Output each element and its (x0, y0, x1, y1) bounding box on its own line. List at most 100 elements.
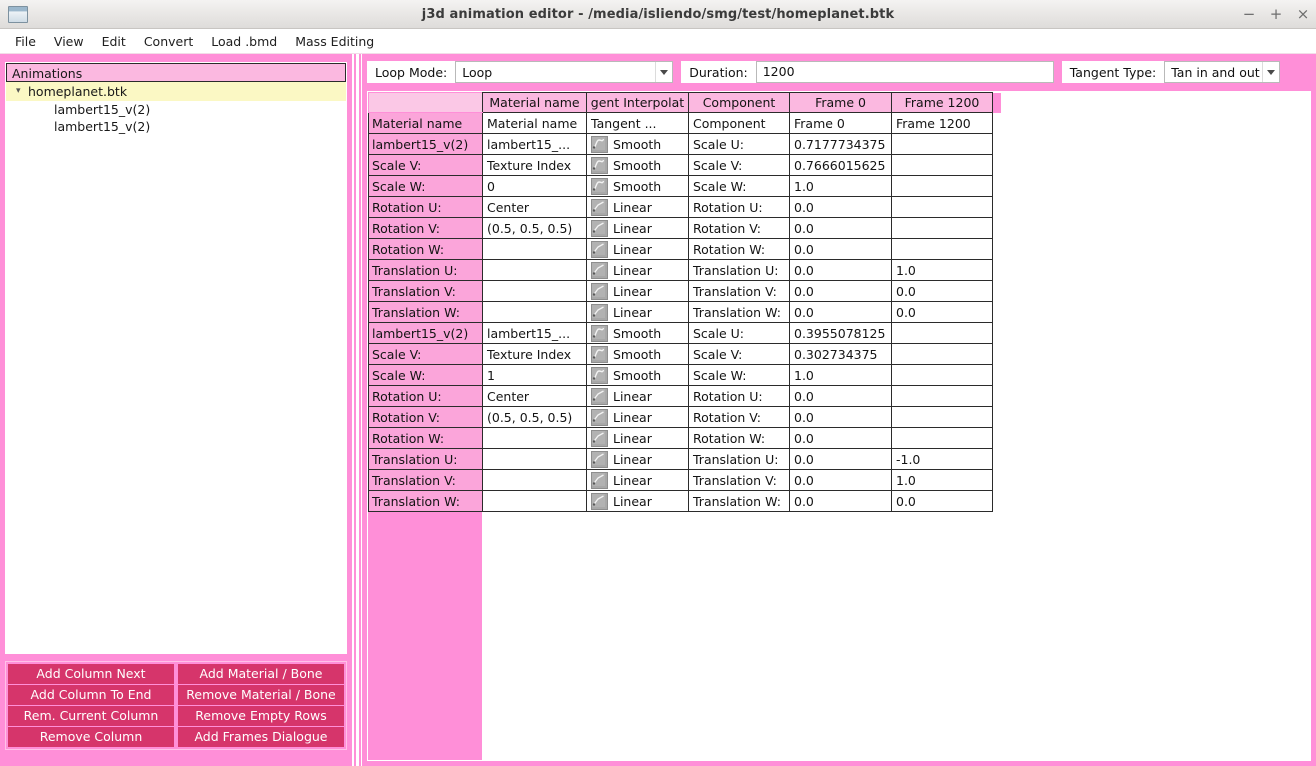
table-cell[interactable]: Smooth (586, 343, 689, 365)
table-cell[interactable]: 0.0 (789, 385, 892, 407)
column-header-component[interactable]: Component (688, 92, 790, 113)
table-cell[interactable]: 0.0 (789, 427, 892, 449)
row-header-cell[interactable]: Rotation V: (368, 406, 483, 428)
table-cell[interactable]: Rotation V: (688, 217, 790, 239)
table-cell[interactable]: Linear (586, 238, 689, 260)
row-header-cell[interactable]: lambert15_v(2) (368, 322, 483, 344)
menu-item-convert[interactable]: Convert (135, 31, 202, 52)
table-cell[interactable]: Linear (586, 448, 689, 470)
table-cell[interactable]: Linear (586, 385, 689, 407)
column-header-tangent-interpolation[interactable]: gent Interpolat (586, 92, 689, 113)
panel-splitter[interactable] (352, 54, 362, 766)
table-cell[interactable]: 0.0 (789, 280, 892, 302)
table-row[interactable]: Translation U: Linear Translation U: 0.0 -1.… (368, 448, 1002, 470)
table-cell[interactable] (891, 175, 993, 197)
tree-item-material-2[interactable]: lambert15_v(2) (6, 118, 346, 135)
table-cell[interactable]: 0.0 (789, 469, 892, 491)
table-cell[interactable]: lambert15_... (482, 322, 587, 344)
table-cell[interactable]: Translation U: (688, 448, 790, 470)
row-header-cell[interactable]: Translation U: (368, 448, 483, 470)
table-cell[interactable]: 0.0 (789, 406, 892, 428)
table-cell[interactable]: Texture Index (482, 343, 587, 365)
table-row[interactable]: lambert15_v(2) lambert15_... Smooth Scale U… (368, 133, 1002, 155)
row-header-cell[interactable]: Translation U: (368, 259, 483, 281)
table-row[interactable]: Rotation W: Linear Rotation W: 0.0 (368, 238, 1002, 260)
row-header-cell[interactable]: lambert15_v(2) (368, 133, 483, 155)
table-cell[interactable]: Linear (586, 427, 689, 449)
table-cell[interactable]: Scale U: (688, 133, 790, 155)
remove-column-button[interactable]: Remove Column (8, 727, 174, 747)
table-row[interactable]: Rotation U: Center Linear Rotation U: 0.0 (368, 385, 1002, 407)
row-header-cell[interactable]: Translation W: (368, 490, 483, 512)
add-frames-dialogue-button[interactable]: Add Frames Dialogue (178, 727, 344, 747)
table-cell[interactable]: Linear (586, 280, 689, 302)
table-cell[interactable]: 0.0 (789, 217, 892, 239)
table-cell[interactable] (891, 217, 993, 239)
table-row[interactable]: Translation W: Linear Translation W: 0.0 0.0 (368, 490, 1002, 512)
table-cell[interactable]: 0.0 (789, 196, 892, 218)
table-cell[interactable]: 1 (482, 364, 587, 386)
table-cell[interactable]: Rotation U: (688, 385, 790, 407)
table-cell[interactable]: 1.0 (789, 175, 892, 197)
chevron-down-icon[interactable] (1262, 62, 1279, 82)
add-material-bone-button[interactable]: Add Material / Bone (178, 664, 344, 684)
menu-item-file[interactable]: File (6, 31, 45, 52)
table-cell[interactable]: Scale W: (688, 364, 790, 386)
tree-item-homeplanet[interactable]: ▾ homeplanet.btk (6, 82, 346, 101)
table-cell[interactable] (482, 469, 587, 491)
table-cell[interactable]: lambert15_... (482, 133, 587, 155)
table-row[interactable]: Material name Material name Tangent ... Com… (368, 112, 1002, 134)
table-row[interactable]: Scale W: 0 Smooth Scale W: 1.0 (368, 175, 1002, 197)
table-cell[interactable]: Smooth (586, 322, 689, 344)
table-cell[interactable]: Smooth (586, 154, 689, 176)
table-cell[interactable]: Smooth (586, 364, 689, 386)
row-header-cell[interactable]: Rotation W: (368, 238, 483, 260)
table-row[interactable]: Scale V: Texture Index Smooth Scale V: 0.766… (368, 154, 1002, 176)
remove-empty-rows-button[interactable]: Remove Empty Rows (178, 706, 344, 726)
menu-item-view[interactable]: View (45, 31, 93, 52)
table-cell[interactable]: Translation W: (688, 490, 790, 512)
table-cell[interactable] (891, 238, 993, 260)
table-cell[interactable] (482, 490, 587, 512)
table-cell[interactable]: 0.0 (789, 238, 892, 260)
table-cell[interactable]: Smooth (586, 175, 689, 197)
table-cell[interactable] (891, 406, 993, 428)
table-row[interactable]: Rotation W: Linear Rotation W: 0.0 (368, 427, 1002, 449)
table-cell[interactable]: 0.0 (891, 301, 993, 323)
table-cell[interactable]: Texture Index (482, 154, 587, 176)
table-cell[interactable]: Center (482, 385, 587, 407)
table-cell[interactable]: Linear (586, 259, 689, 281)
table-cell[interactable]: Linear (586, 301, 689, 323)
table-cell[interactable]: Component (688, 112, 790, 134)
add-column-to-end-button[interactable]: Add Column To End (8, 685, 174, 705)
animations-tree[interactable]: Animations ▾ homeplanet.btk lambert15_v(… (5, 62, 347, 654)
table-cell[interactable]: Frame 0 (789, 112, 892, 134)
menu-item-edit[interactable]: Edit (93, 31, 135, 52)
column-header-frame-1200[interactable]: Frame 1200 (891, 92, 993, 113)
menu-item-mass-editing[interactable]: Mass Editing (286, 31, 383, 52)
table-cell[interactable]: -1.0 (891, 448, 993, 470)
table-cell[interactable]: Rotation U: (688, 196, 790, 218)
table-cell[interactable]: Scale V: (688, 154, 790, 176)
row-header-cell[interactable]: Rotation V: (368, 217, 483, 239)
table-cell[interactable]: 0.3955078125 (789, 322, 892, 344)
table-cell[interactable]: Rotation W: (688, 238, 790, 260)
table-cell[interactable] (891, 427, 993, 449)
table-cell[interactable] (891, 385, 993, 407)
table-row[interactable]: Rotation U: Center Linear Rotation U: 0.0 (368, 196, 1002, 218)
table-cell[interactable]: 0.0 (891, 490, 993, 512)
tangent-type-select[interactable]: Tan in and out (1164, 61, 1281, 83)
table-cell[interactable]: 0 (482, 175, 587, 197)
row-header-cell[interactable]: Rotation W: (368, 427, 483, 449)
table-cell[interactable] (891, 322, 993, 344)
table-row[interactable]: Scale V: Texture Index Smooth Scale V: 0.302… (368, 343, 1002, 365)
add-column-next-button[interactable]: Add Column Next (8, 664, 174, 684)
table-cell[interactable]: Smooth (586, 133, 689, 155)
table-cell[interactable]: Translation V: (688, 280, 790, 302)
animation-table-area[interactable]: Material name gent Interpolat Component … (367, 91, 1311, 761)
table-cell[interactable] (482, 427, 587, 449)
table-cell[interactable]: Center (482, 196, 587, 218)
table-cell[interactable]: Material name (482, 112, 587, 134)
table-cell[interactable] (891, 154, 993, 176)
row-header-cell[interactable]: Rotation U: (368, 196, 483, 218)
